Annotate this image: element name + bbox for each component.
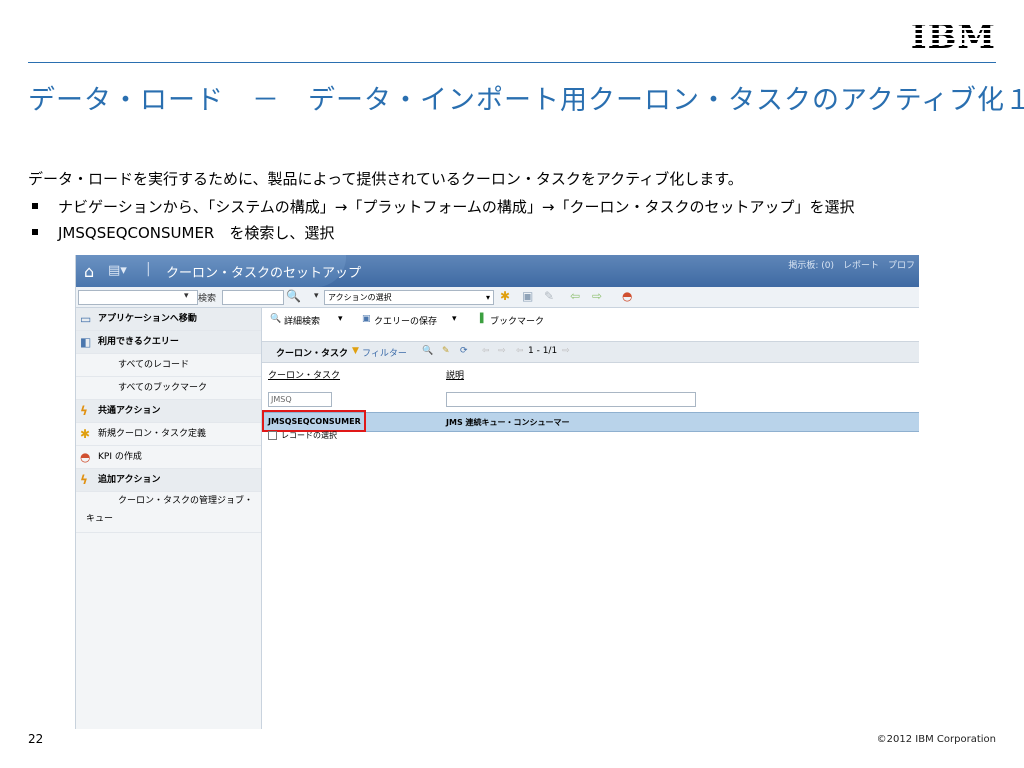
column-header-description[interactable]: 説明 — [446, 368, 464, 381]
app-icon: ▭ — [80, 312, 92, 326]
home-icon[interactable]: ⌂ — [84, 262, 94, 281]
sidebar-item-new-cron-task[interactable]: ✱ 新規クーロン・タスク定義 — [76, 423, 261, 446]
previous-icon[interactable]: ⇦ — [570, 289, 580, 303]
list-toolbar: クーロン・タスク ▼ フィルター 🔍 ✎ ⟳ ⇦ ⇨ ⇦ 1 - 1/1 ⇨ — [262, 341, 919, 363]
sidebar-item-label: クーロン・タスクの管理ジョブ・キュー — [86, 496, 254, 524]
lightning-icon: ϟ — [80, 473, 88, 487]
sidebar-item-label: KPI の作成 — [98, 452, 142, 462]
query-toolbar: 🔍 詳細検索 ▾ ▣ クエリーの保存 ▾ ▌ ブックマーク — [262, 308, 919, 330]
bullet-text: ナビゲーションから、「システムの構成」→「プラットフォームの構成」→「クーロン・… — [58, 198, 855, 216]
app-screenshot: ⌂ ▤▾ | クーロン・タスクのセットアップ 掲示板: (0) レポート プロフ… — [75, 255, 919, 729]
sidebar-item-all-records[interactable]: すべてのレコード — [76, 354, 261, 377]
search-icon[interactable]: 🔍 — [286, 289, 301, 303]
sidebar-item-create-kpi[interactable]: ◓ KPI の作成 — [76, 446, 261, 469]
refresh-icon[interactable]: ⟳ — [460, 346, 468, 356]
search-field-dropdown[interactable] — [78, 290, 198, 305]
action-select-value: アクションの選択 — [328, 293, 392, 302]
sidebar-item-label: 追加アクション — [98, 475, 161, 485]
header-separator: | — [146, 261, 151, 277]
sidebar-item-goto-apps[interactable]: ▭ アプリケーションへ移動 — [76, 308, 261, 331]
bullet-list: ナビゲーションから、「システムの構成」→「プラットフォームの構成」→「クーロン・… — [28, 194, 854, 246]
select-records[interactable]: レコードの選択 — [268, 430, 337, 441]
pager-text: 1 - 1/1 — [528, 346, 558, 356]
sidebar-item-manage-job-queue[interactable]: クーロン・タスクの管理ジョブ・キュー — [76, 492, 261, 533]
header-links[interactable]: 掲示板: (0) レポート プロフ — [788, 258, 915, 271]
bullet-item: ナビゲーションから、「システムの構成」→「プラットフォームの構成」→「クーロン・… — [28, 194, 854, 220]
clear-icon[interactable]: ✎ — [442, 346, 450, 356]
filter-input-description[interactable] — [446, 392, 696, 407]
chevron-down-icon[interactable]: ▾ — [184, 291, 189, 301]
search-input[interactable] — [222, 290, 284, 305]
lightning-icon: ϟ — [80, 404, 88, 418]
sidebar-item-all-bookmarks[interactable]: すべてのブックマーク — [76, 377, 261, 400]
chevron-down-icon[interactable]: ▾ — [452, 314, 457, 324]
intro-text: データ・ロードを実行するために、製品によって提供されているクーロン・タスクをアク… — [28, 170, 743, 188]
pages-menu-icon[interactable]: ▤▾ — [108, 263, 127, 278]
app-header: ⌂ ▤▾ | クーロン・タスクのセットアップ 掲示板: (0) レポート プロフ — [76, 255, 919, 287]
slide-title: データ・ロード － データ・インポート用クーロン・タスクのアクティブ化１ — [28, 85, 1024, 116]
next-icon[interactable]: ⇨ — [498, 346, 506, 356]
save-icon[interactable]: ▣ — [522, 289, 533, 303]
clear-icon[interactable]: ✎ — [544, 289, 554, 303]
app-title: クーロン・タスクのセットアップ — [166, 266, 362, 281]
navigation-sidebar: ▭ アプリケーションへ移動 ◧ 利用できるクエリー すべてのレコード すべてのブック… — [76, 308, 262, 729]
main-panel: 🔍 詳細検索 ▾ ▣ クエリーの保存 ▾ ▌ ブックマーク クーロン・タスク ▼… — [262, 308, 919, 729]
next-icon[interactable]: ⇨ — [592, 289, 602, 303]
chevron-down-icon: ▾ — [485, 293, 490, 302]
sidebar-item-label: 共通アクション — [98, 406, 161, 416]
sidebar-item-label: すべてのレコード — [118, 360, 190, 370]
query-icon: ◧ — [80, 335, 92, 349]
cron-task-description: JMS 連続キュー・コンシューマー — [446, 418, 570, 427]
checkbox-icon[interactable] — [268, 431, 277, 440]
sidebar-item-label: 新規クーロン・タスク定義 — [98, 429, 207, 439]
chevron-down-icon[interactable]: ▾ — [314, 291, 319, 301]
ibm-logo: IBM — [910, 17, 996, 57]
search-icon[interactable]: 🔍 — [422, 346, 433, 356]
select-records-label: レコードの選択 — [281, 431, 337, 440]
search-icon: 🔍 — [270, 314, 282, 324]
column-header-cron-task[interactable]: クーロン・タスク — [268, 368, 340, 381]
kpi-icon[interactable]: ◓ — [622, 289, 632, 303]
copyright: ©2012 IBM Corporation — [876, 734, 996, 745]
new-icon: ✱ — [80, 427, 91, 441]
page-previous-icon[interactable]: ⇦ — [516, 346, 524, 356]
title-rule — [28, 62, 996, 63]
filter-icon[interactable]: ▼ — [352, 346, 359, 356]
new-record-icon[interactable]: ✱ — [500, 289, 510, 303]
search-label: 検索 — [198, 294, 217, 304]
sidebar-item-label: 利用できるクエリー — [98, 337, 179, 347]
bookmark-button[interactable]: ブックマーク — [490, 314, 544, 327]
filter-button[interactable]: フィルター — [362, 346, 407, 359]
page-number: 22 — [28, 732, 44, 746]
sidebar-item-label: アプリケーションへ移動 — [98, 314, 197, 324]
bullet-item: JMSQSEQCONSUMER を検索し、選択 — [28, 220, 854, 246]
filter-input-value: JMSQ — [271, 395, 292, 404]
page-next-icon[interactable]: ⇨ — [562, 346, 570, 356]
sidebar-item-common-actions[interactable]: ϟ 共通アクション — [76, 400, 261, 423]
app-toolbar: ▾ 検索 🔍 ▾ アクションの選択 ▾ ✱ ▣ ✎ ⇦ ⇨ ◓ — [76, 287, 919, 308]
filter-input-cron-task[interactable]: JMSQ — [268, 392, 332, 407]
bullet-text: JMSQSEQCONSUMER を検索し、選択 — [58, 224, 335, 242]
bullet-marker — [32, 203, 38, 209]
sidebar-item-available-queries[interactable]: ◧ 利用できるクエリー — [76, 331, 261, 354]
bookmark-icon: ▌ — [480, 314, 487, 324]
sidebar-item-label: すべてのブックマーク — [118, 383, 208, 393]
highlight-box — [262, 410, 366, 432]
previous-icon[interactable]: ⇦ — [482, 346, 490, 356]
list-title: クーロン・タスク — [276, 349, 349, 359]
save-query-button[interactable]: クエリーの保存 — [374, 314, 437, 327]
action-select[interactable]: アクションの選択 ▾ — [324, 290, 494, 305]
chevron-down-icon[interactable]: ▾ — [338, 314, 343, 324]
save-icon: ▣ — [362, 314, 371, 324]
kpi-icon: ◓ — [80, 450, 91, 464]
advanced-search-button[interactable]: 詳細検索 — [284, 314, 320, 327]
bullet-marker — [32, 229, 38, 235]
sidebar-item-more-actions[interactable]: ϟ 追加アクション — [76, 469, 261, 492]
